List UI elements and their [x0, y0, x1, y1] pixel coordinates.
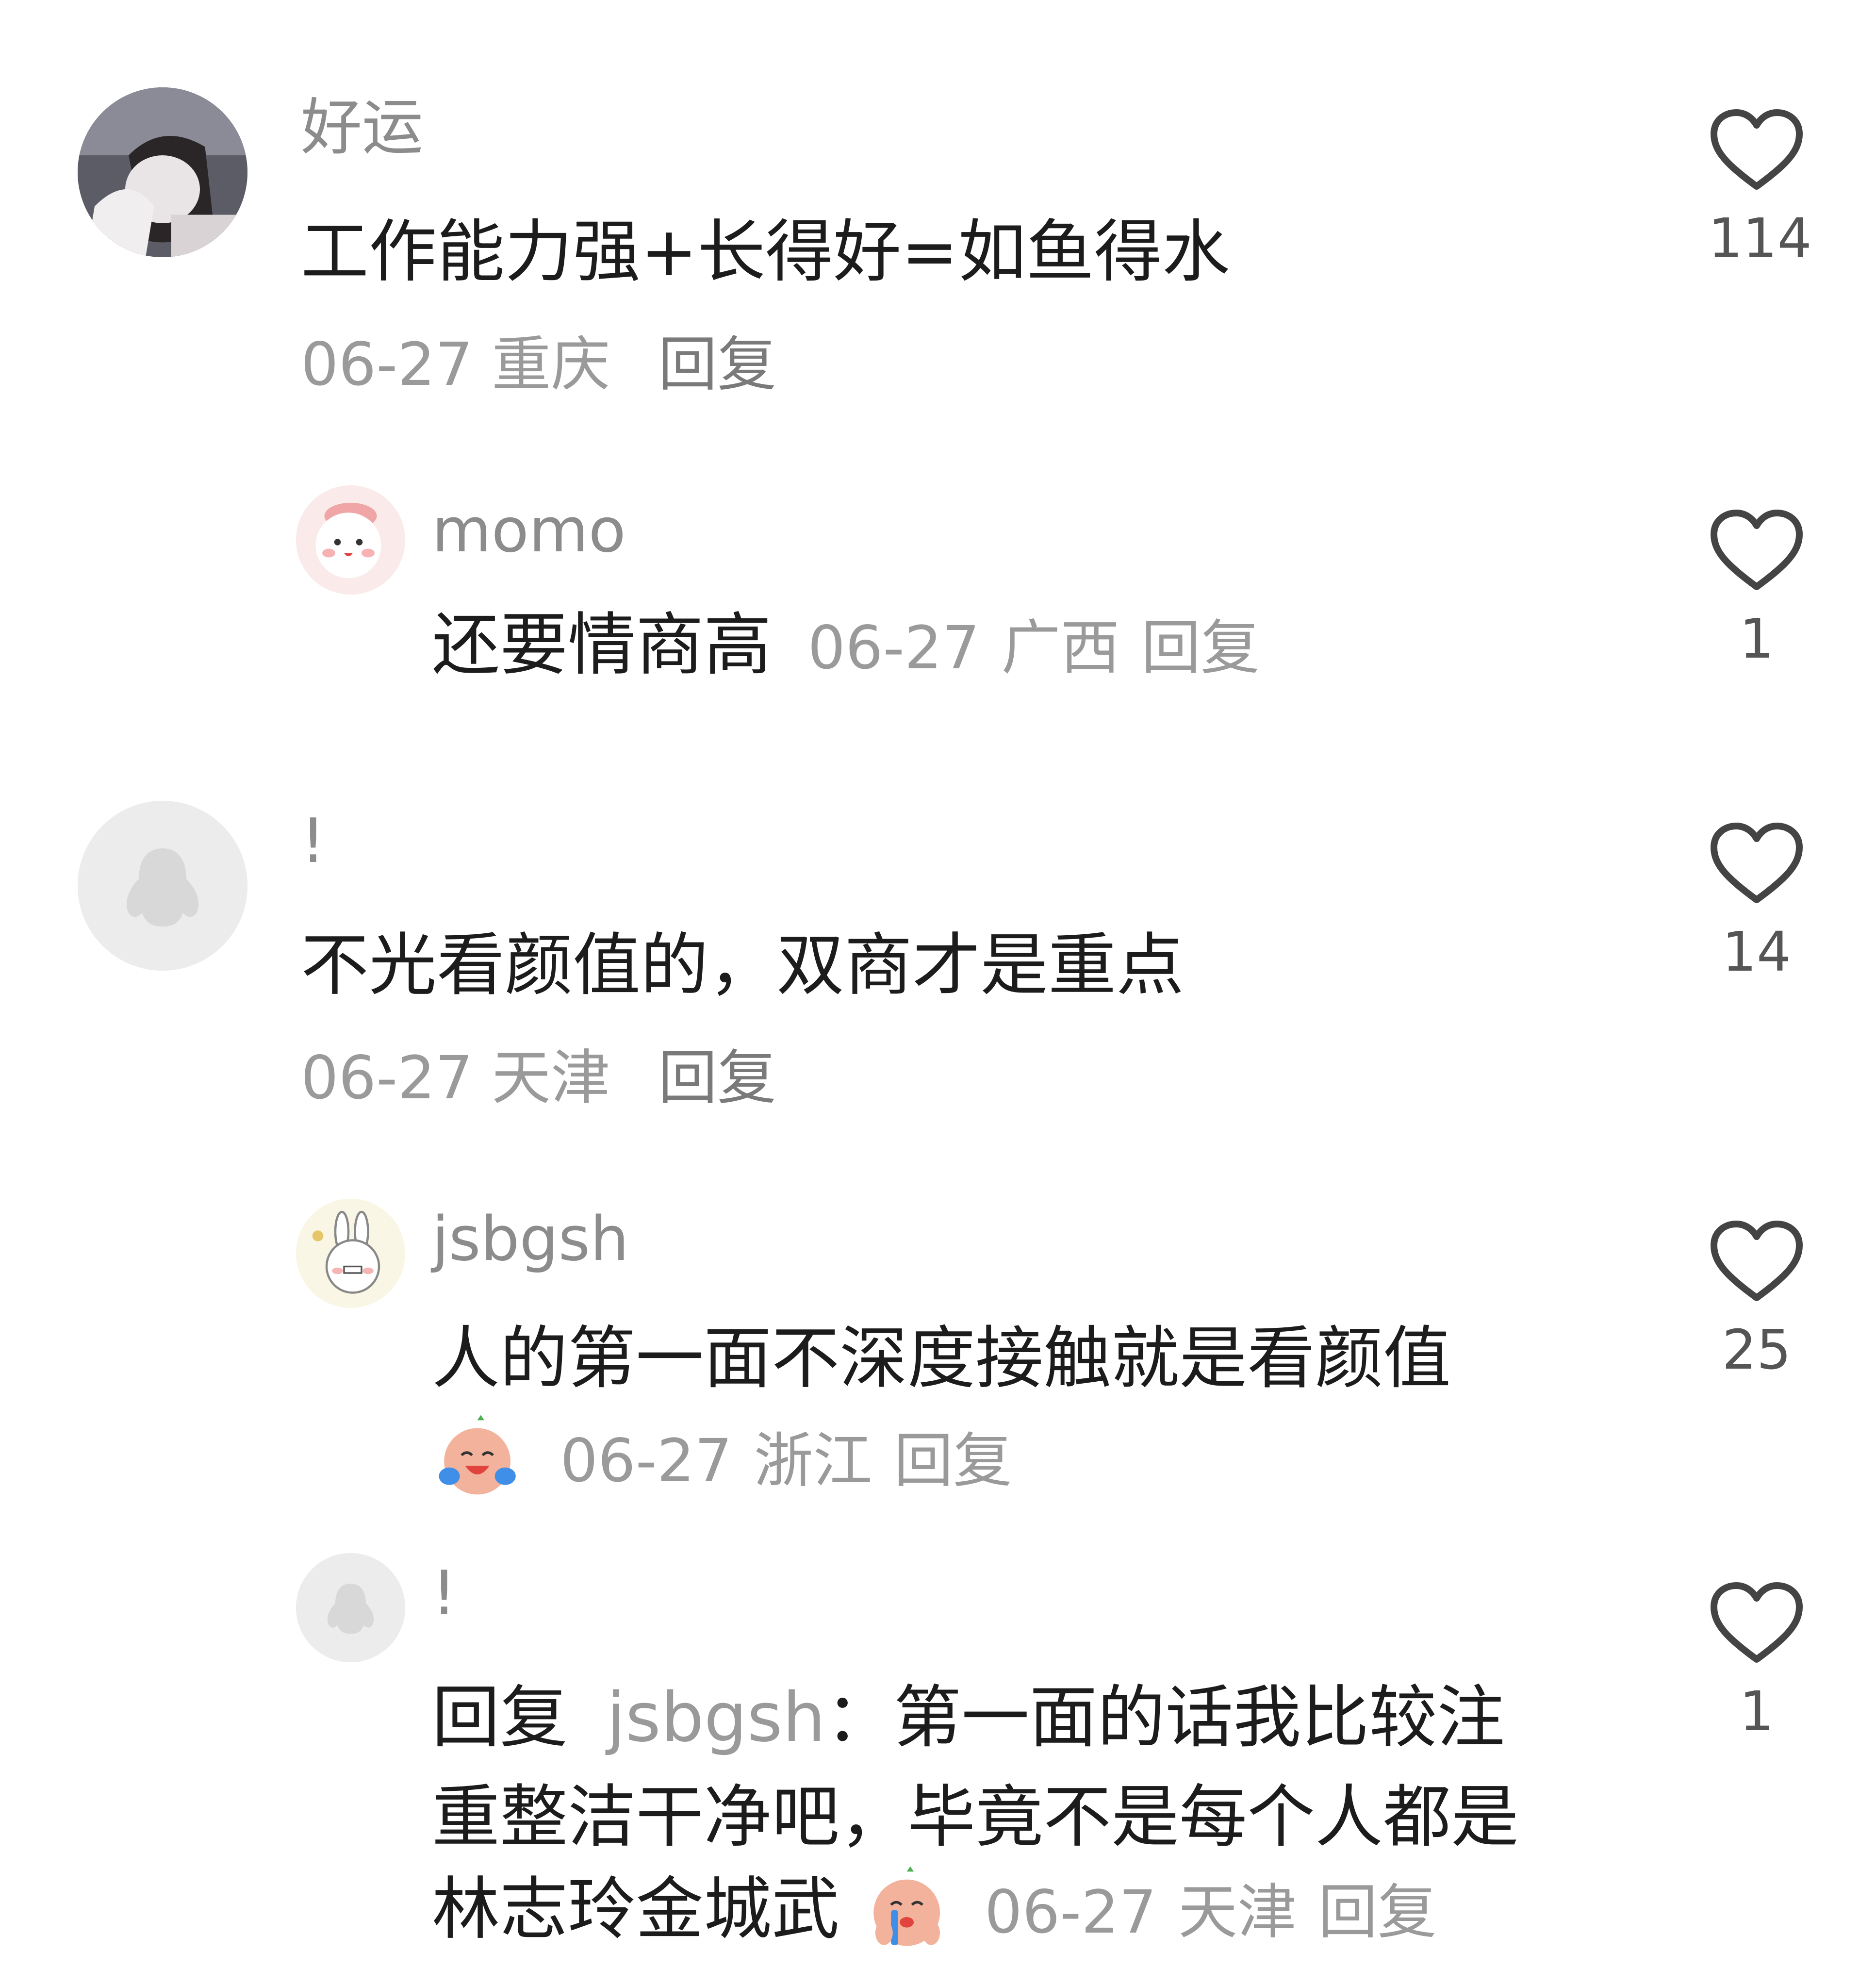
- mention-link[interactable]: jsbgsh: [607, 1678, 825, 1757]
- comment-date: 06-27: [807, 613, 980, 682]
- like-control[interactable]: 14: [1708, 820, 1805, 979]
- username[interactable]: 好运: [301, 97, 423, 158]
- like-count: 14: [1722, 921, 1792, 984]
- username[interactable]: jsbgsh: [432, 1208, 629, 1270]
- user-avatar[interactable]: [78, 87, 247, 257]
- comment-location: 浙江: [754, 1426, 872, 1495]
- reply-button[interactable]: 回复: [1318, 1878, 1437, 1947]
- heart-icon[interactable]: [1708, 507, 1805, 595]
- comment-text-body: 林志玲金城武: [432, 1870, 840, 1949]
- comment-meta: 06-27 浙江 回复: [432, 1410, 1012, 1509]
- comment-text: 工作能力强+长得好=如鱼得水: [301, 213, 1230, 292]
- username[interactable]: !: [432, 1563, 457, 1624]
- like-count: 1: [1739, 608, 1774, 671]
- reply-button[interactable]: 回复: [1141, 613, 1260, 682]
- crying-emoji-icon: [861, 1865, 949, 1952]
- comment-text: 还要情商高 06-27 广西 回复: [432, 597, 1260, 696]
- comment-location: 广西: [1001, 613, 1120, 682]
- comment-text-body: 还要情商高: [432, 606, 772, 685]
- comment-location: 天津: [1178, 1878, 1297, 1947]
- comment-meta: 06-27 重庆 回复: [301, 335, 776, 394]
- user-avatar[interactable]: [296, 1553, 405, 1662]
- username[interactable]: !: [301, 811, 326, 872]
- comment-meta: 06-27 天津 回复: [301, 1048, 776, 1108]
- comment-date: 06-27: [560, 1426, 733, 1495]
- like-count: 25: [1722, 1319, 1792, 1382]
- heart-icon[interactable]: [1708, 1218, 1805, 1306]
- comment-date: 06-27: [985, 1878, 1157, 1947]
- like-control[interactable]: 25: [1708, 1218, 1805, 1377]
- comment-text: 人的第一面不深度接触就是看颜值: [432, 1319, 1451, 1398]
- reply-button[interactable]: 回复: [658, 1043, 776, 1112]
- reply-button[interactable]: 回复: [894, 1426, 1012, 1495]
- reply-prefix: 回复: [432, 1678, 568, 1757]
- like-count: 1: [1739, 1680, 1774, 1743]
- default-penguin-avatar-icon: [296, 1553, 405, 1662]
- pink-cartoon-avatar-icon: [296, 485, 405, 595]
- comment-date: 06-27: [301, 330, 473, 399]
- reply-button[interactable]: 回复: [658, 330, 776, 399]
- default-penguin-avatar-icon: [78, 801, 247, 971]
- user-avatar[interactable]: [78, 801, 247, 971]
- user-avatar[interactable]: [296, 1199, 405, 1308]
- comment-text: 不光看颜值的，双商才是重点: [301, 926, 1185, 1005]
- crying-laughing-emoji-icon: [432, 1413, 519, 1501]
- comment-text-line: 回复 jsbgsh：第一面的话我比较注: [432, 1670, 1505, 1767]
- heart-icon[interactable]: [1708, 107, 1805, 194]
- heart-icon[interactable]: [1708, 1580, 1805, 1667]
- heart-icon[interactable]: [1708, 820, 1805, 908]
- like-control[interactable]: 1: [1708, 1580, 1805, 1739]
- comment-date: 06-27: [301, 1043, 473, 1112]
- bunny-cartoon-avatar-icon: [296, 1199, 405, 1308]
- comment-text-body: ：第一面的话我比较注: [825, 1678, 1505, 1757]
- comment-location: 重庆: [492, 330, 610, 399]
- like-control[interactable]: 1: [1708, 507, 1805, 666]
- like-count: 114: [1708, 207, 1812, 270]
- username[interactable]: momo: [432, 500, 626, 561]
- user-avatar[interactable]: [296, 485, 405, 595]
- comment-text-line: 重整洁干净吧，毕竟不是每个人都是: [432, 1778, 1519, 1857]
- comment-text-line: 林志玲金城武 06-27 天津 回复: [432, 1861, 1437, 1961]
- comment-location: 天津: [492, 1043, 610, 1112]
- like-control[interactable]: 114: [1708, 107, 1812, 270]
- photo-avatar-icon: [78, 87, 247, 257]
